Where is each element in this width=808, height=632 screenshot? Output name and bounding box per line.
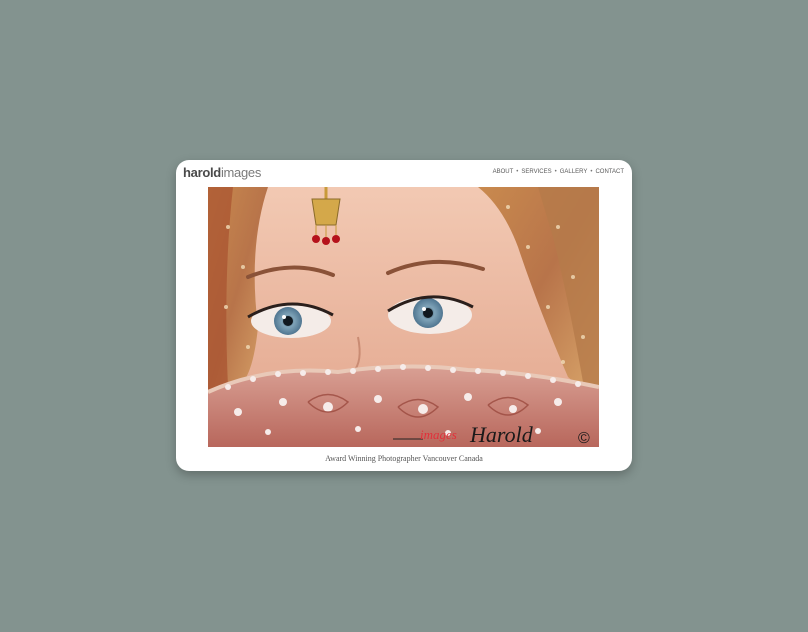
bridal-portrait-image: images Harold © xyxy=(208,187,599,447)
nav-separator: • xyxy=(516,169,519,175)
nav-services-link[interactable]: SERVICES xyxy=(521,169,551,175)
logo-light-text: images xyxy=(220,165,262,180)
watermark-red-text: images xyxy=(420,427,457,442)
nav-separator: • xyxy=(554,169,557,175)
logo-bold-text: harold xyxy=(183,165,221,180)
site-logo[interactable]: haroldimages xyxy=(183,165,261,181)
nav-separator: • xyxy=(590,169,593,175)
watermark-copyright-mark: © xyxy=(578,430,590,447)
nav-gallery-link[interactable]: GALLERY xyxy=(560,169,588,175)
watermark-black-text: Harold xyxy=(469,422,534,447)
nav-about-link[interactable]: ABOUT xyxy=(493,169,514,175)
hero-photo: images Harold © xyxy=(208,187,599,447)
top-nav: ABOUT • SERVICES • GALLERY • CONTACT xyxy=(493,169,624,175)
main-card: haroldimages ABOUT • SERVICES • GALLERY … xyxy=(176,160,632,471)
nav-contact-link[interactable]: CONTACT xyxy=(595,169,624,175)
photo-caption: Award Winning Photographer Vancouver Can… xyxy=(325,454,483,463)
